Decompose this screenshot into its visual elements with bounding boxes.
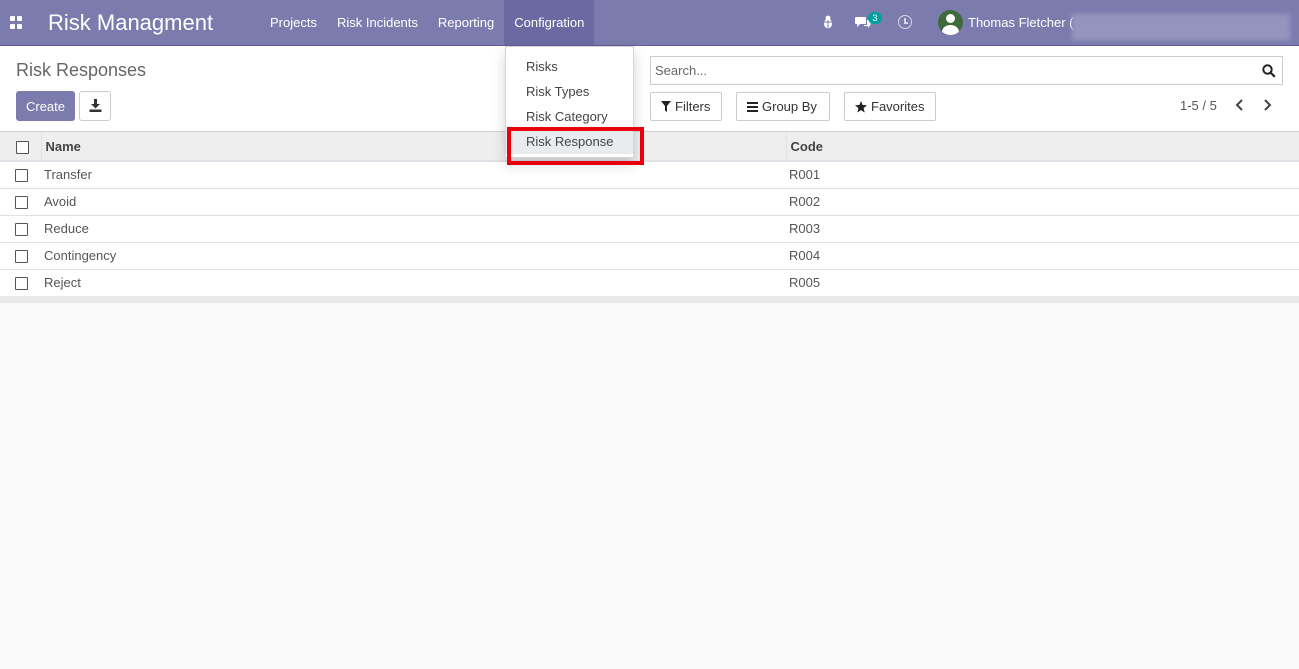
debug-bug-icon[interactable] xyxy=(822,15,834,29)
chevron-left-icon[interactable] xyxy=(1235,99,1245,111)
menu-configration[interactable]: Configration xyxy=(504,0,595,45)
table-header-row: Name Code xyxy=(0,132,1299,162)
activity-clock-icon[interactable] xyxy=(898,15,912,29)
chat-count-badge: 3 xyxy=(868,12,882,24)
risk-responses-table: Name Code Transfer R001 Avoid R002 Reduc… xyxy=(0,132,1299,297)
menu-reporting[interactable]: Reporting xyxy=(428,0,504,45)
row-select-cell xyxy=(0,242,41,270)
bars-icon xyxy=(747,101,758,112)
row-select-cell xyxy=(0,161,41,189)
row-name[interactable]: Reduce xyxy=(41,215,786,243)
pager-value[interactable]: 1-5 / 5 xyxy=(1180,98,1217,113)
dropdown-item-risk-response[interactable]: Risk Response xyxy=(506,127,644,165)
table-row[interactable]: Transfer R001 xyxy=(0,161,1299,189)
row-code[interactable]: R003 xyxy=(786,215,1299,243)
select-all-cell xyxy=(0,132,42,162)
search-input[interactable] xyxy=(655,63,1245,78)
main-menu: Projects Risk Incidents Reporting Config… xyxy=(260,0,595,45)
user-avatar[interactable] xyxy=(938,10,963,35)
group-by-label: Group By xyxy=(762,99,817,114)
row-select-cell xyxy=(0,269,41,297)
dropdown-item-risks[interactable]: Risks xyxy=(506,54,633,79)
download-icon xyxy=(89,99,102,112)
control-panel: Risk Responses Create Filters Group By F… xyxy=(0,46,1299,132)
table-row[interactable]: Avoid R002 xyxy=(0,188,1299,216)
select-all-checkbox[interactable] xyxy=(16,140,29,154)
row-code[interactable]: R005 xyxy=(786,269,1299,297)
row-name[interactable]: Transfer xyxy=(41,161,786,189)
favorites-button[interactable]: Favorites xyxy=(844,92,936,121)
blurred-user-info xyxy=(1072,14,1290,40)
app-title[interactable]: Risk Managment xyxy=(48,10,213,36)
user-name[interactable]: Thomas Fletcher ( xyxy=(968,15,1073,30)
row-select-cell xyxy=(0,215,41,243)
top-navbar: Risk Managment Projects Risk Incidents R… xyxy=(0,0,1299,46)
table-row[interactable]: Reduce R003 xyxy=(0,215,1299,243)
filter-icon xyxy=(661,101,671,112)
row-checkbox[interactable] xyxy=(15,277,28,291)
row-name[interactable]: Reject xyxy=(41,269,786,297)
search-box xyxy=(650,56,1283,85)
menu-risk-incidents[interactable]: Risk Incidents xyxy=(327,0,428,45)
row-code[interactable]: R002 xyxy=(786,188,1299,216)
row-checkbox[interactable] xyxy=(15,196,28,210)
star-icon xyxy=(855,100,867,112)
row-checkbox[interactable] xyxy=(15,169,28,183)
column-header-code[interactable]: Code xyxy=(786,132,1299,162)
menu-projects[interactable]: Projects xyxy=(260,0,327,45)
row-checkbox[interactable] xyxy=(15,250,28,264)
table-row[interactable]: Contingency R004 xyxy=(0,242,1299,270)
row-code[interactable]: R001 xyxy=(786,161,1299,189)
column-header-name[interactable]: Name xyxy=(41,132,787,162)
chevron-right-icon[interactable] xyxy=(1262,99,1272,111)
filters-label: Filters xyxy=(675,99,711,114)
row-select-cell xyxy=(0,188,41,216)
dropdown-item-risk-category[interactable]: Risk Category xyxy=(506,104,633,129)
configration-dropdown: Risks Risk Types Risk Category Risk Resp… xyxy=(505,46,644,165)
row-name[interactable]: Avoid xyxy=(41,188,786,216)
table-row[interactable]: Reject R005 xyxy=(0,269,1299,297)
list-footer xyxy=(0,296,1299,303)
export-button[interactable] xyxy=(79,91,111,121)
search-icon[interactable] xyxy=(1262,64,1276,78)
breadcrumb: Risk Responses xyxy=(16,60,147,80)
filters-button[interactable]: Filters xyxy=(650,92,722,121)
favorites-label: Favorites xyxy=(871,99,925,114)
row-checkbox[interactable] xyxy=(15,223,28,237)
row-name[interactable]: Contingency xyxy=(41,242,786,270)
row-code[interactable]: R004 xyxy=(786,242,1299,270)
create-button[interactable]: Create xyxy=(16,91,75,121)
dropdown-item-risk-types[interactable]: Risk Types xyxy=(506,79,633,104)
group-by-button[interactable]: Group By xyxy=(736,92,830,121)
apps-menu-icon[interactable] xyxy=(10,16,23,29)
